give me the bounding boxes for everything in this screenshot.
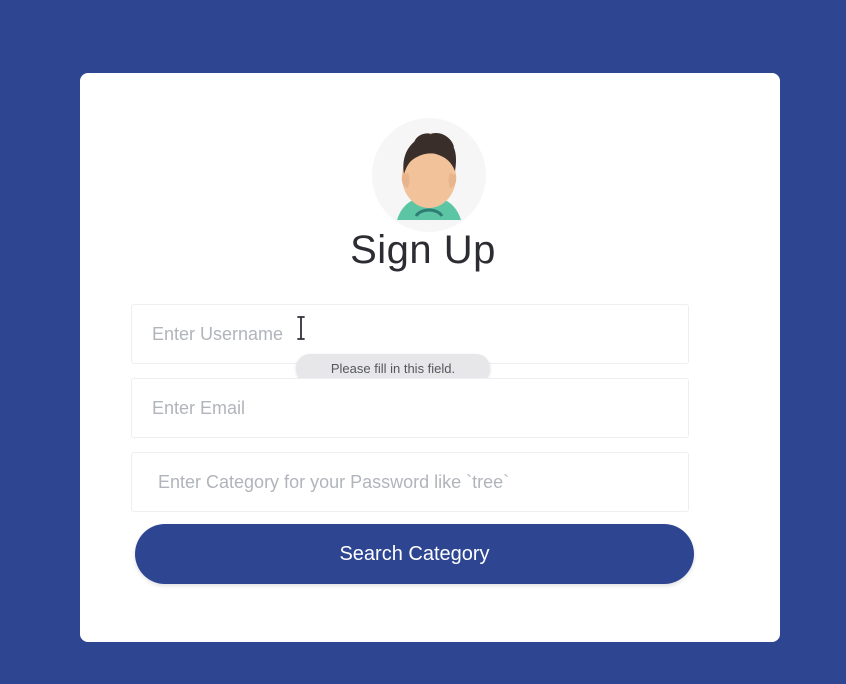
user-avatar-icon	[372, 118, 486, 232]
text-cursor-icon	[297, 316, 305, 340]
password-category-input[interactable]	[131, 452, 689, 512]
page-title: Sign Up	[350, 228, 496, 272]
search-category-button[interactable]: Search Category	[135, 524, 694, 584]
email-input[interactable]	[131, 378, 689, 438]
